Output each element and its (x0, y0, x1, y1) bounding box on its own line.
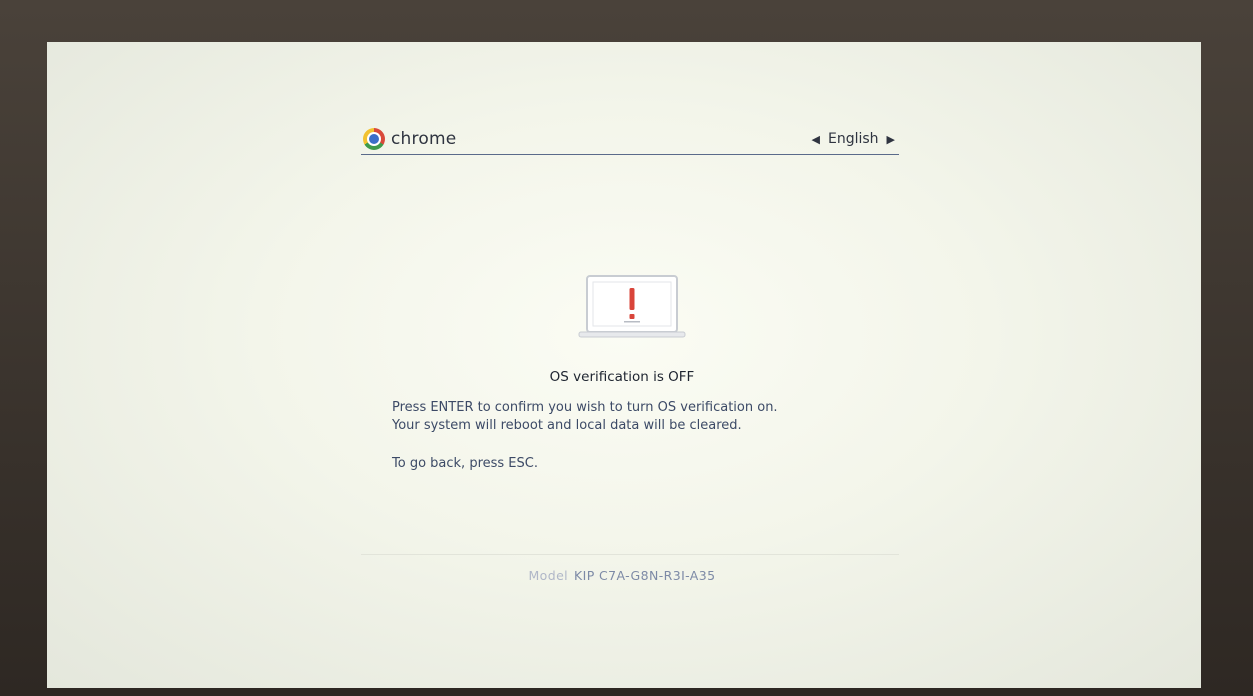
instruction-line-1: Press ENTER to confirm you wish to turn … (392, 400, 778, 415)
brand-name: chrome (391, 129, 457, 149)
language-label: English (827, 131, 879, 147)
chrome-logo-icon (363, 128, 385, 150)
model-label: Model (528, 568, 569, 583)
model-value: KIP C7A-G8N-R3I-A35 (574, 568, 716, 583)
model-info: Model KIP C7A-G8N-R3I-A35 (392, 568, 852, 583)
recovery-screen: chrome ◀ English ▶ OS verification is OF… (47, 42, 1201, 688)
instruction-line-3: To go back, press ESC. (392, 456, 538, 471)
header-bar: chrome ◀ English ▶ (361, 120, 899, 155)
footer-divider (361, 554, 899, 555)
chrome-brand: chrome (363, 127, 456, 151)
prev-language-icon[interactable]: ◀ (812, 133, 820, 146)
language-selector[interactable]: ◀ English ▶ (812, 131, 896, 147)
instruction-line-2: Your system will reboot and local data w… (392, 418, 742, 433)
laptop-warning-icon (578, 275, 686, 338)
status-title: OS verification is OFF (549, 369, 695, 385)
next-language-icon[interactable]: ▶ (887, 133, 895, 146)
